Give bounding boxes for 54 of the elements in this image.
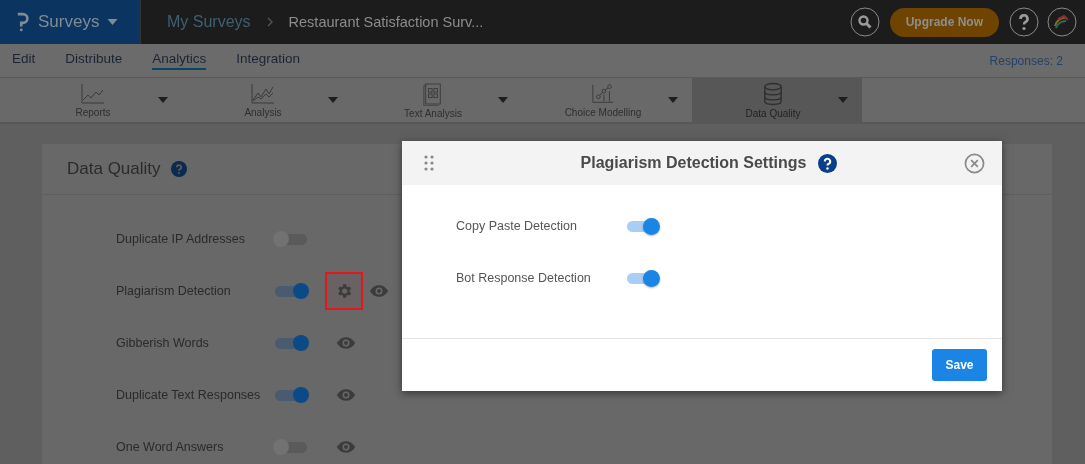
logo-icon [16,12,30,32]
document-icon [423,81,443,106]
survey-title: Restaurant Satisfaction Surv... [288,14,484,30]
option-label: Copy Paste Detection [456,219,578,233]
breadcrumb-link[interactable]: My Surveys [167,13,251,31]
eye-icon[interactable] [336,388,356,402]
toolbar-item[interactable]: Text Analysis [352,78,522,122]
setting-label: Duplicate IP Addresses [116,232,246,246]
save-button[interactable]: Save [932,349,987,381]
toggle-switch[interactable] [275,441,307,453]
upgrade-button[interactable]: Upgrade Now [889,7,999,37]
nav-tab[interactable]: Analytics [152,51,207,70]
toggle-switch[interactable] [627,220,657,232]
settings-button[interactable] [325,272,363,310]
toolbar-item[interactable]: Choice Modelling [522,78,692,122]
drag-handle-icon[interactable] [424,155,434,171]
panel-title: Data Quality [67,159,161,179]
toggle-switch[interactable] [275,285,307,297]
line-chart-icon [250,82,276,105]
caret-icon [328,97,338,103]
setting-label: Duplicate Text Responses [116,388,262,402]
scatter-chart-icon [591,82,615,105]
database-icon [763,81,783,106]
toggle-switch[interactable] [275,389,307,401]
eye-icon[interactable] [336,440,356,454]
close-icon[interactable] [964,152,985,174]
toolbar-item[interactable]: Reports [12,78,182,122]
setting-label: One Word Answers [116,440,225,454]
toggle-switch[interactable] [275,233,307,245]
option-label: Bot Response Detection [456,271,592,285]
caret-icon [498,97,508,103]
caret-icon [668,97,678,103]
caret-icon [838,97,848,103]
responses-count: Responses: 2 [989,53,1063,68]
setting-label: Plagiarism Detection [116,284,232,298]
nav-tab[interactable]: Distribute [65,51,123,70]
help-icon[interactable] [1009,7,1039,37]
nav-tab[interactable]: Edit [12,51,36,70]
nav-tab[interactable]: Integration [236,51,301,70]
setting-label: Gibberish Words [116,336,210,350]
product-menu[interactable]: Surveys [38,12,100,32]
toolbar-item[interactable]: Analysis [182,78,352,122]
line-chart-icon [80,82,106,105]
search-icon[interactable] [849,7,880,37]
toggle-switch[interactable] [627,272,657,284]
eye-icon[interactable] [336,336,356,350]
caret-icon [107,19,119,25]
caret-icon [158,97,168,103]
toggle-switch[interactable] [275,337,307,349]
dialog-title: Plagiarism Detection Settings [580,154,807,172]
chevron-icon [266,17,273,27]
help-icon[interactable] [818,153,838,173]
eye-icon[interactable] [369,284,389,298]
avatar-icon[interactable] [1047,7,1077,37]
